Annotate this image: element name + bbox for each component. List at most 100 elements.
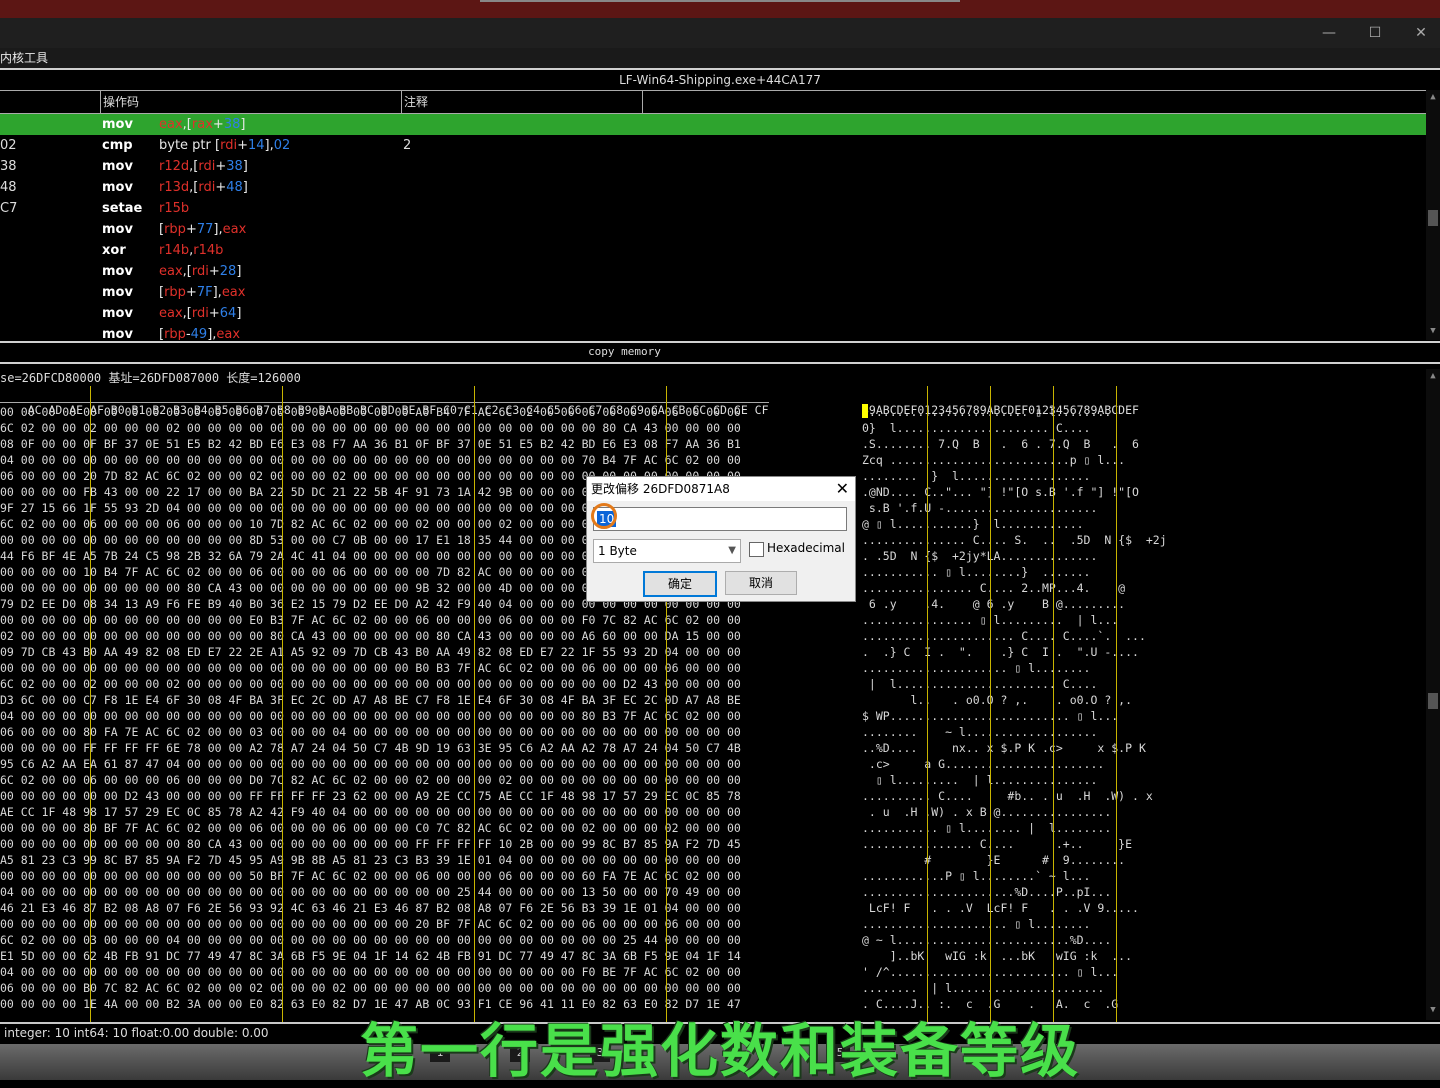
disasm-row[interactable]: xor r14b,r14b [0,240,1426,261]
dialog-close-icon[interactable]: ✕ [836,477,849,501]
hex-row[interactable]: 00 00 00 00 00 00 D2 43 00 00 00 00 FF F… [0,788,741,804]
operand-token: + [237,138,248,153]
hex-row[interactable]: 6C 02 00 00 02 00 00 00 02 00 00 00 00 0… [0,420,741,436]
hex-row[interactable]: 04 00 00 00 00 00 00 00 00 00 00 00 00 0… [0,964,741,980]
scroll-up-icon[interactable]: ▲ [1426,92,1440,102]
ascii-row[interactable]: | l....................... C.... [862,676,1097,692]
hex-row[interactable]: 06 00 00 00 80 FA 7E AC 6C 02 00 00 03 0… [0,724,741,740]
hex-row[interactable]: 06 00 00 00 B0 7C 82 AC 6C 02 00 00 02 0… [0,980,741,996]
operand-token: ] [236,306,242,321]
ascii-row[interactable]: .......... C.... #b.. . u .H .W) . x [862,788,1153,804]
scrollbar-thumb[interactable] [1428,693,1438,709]
ascii-row[interactable]: ....................... ▯ l........ [862,404,1111,420]
ascii-row[interactable]: ............P ▯ l........` ~ l... [862,868,1090,884]
ascii-row[interactable]: . u .H .W) . x B @................ [862,804,1111,820]
disasm-row[interactable]: 38 mov r12d,[rdi+38] [0,156,1426,177]
hex-row[interactable]: 00 00 00 00 FF FF FF FF 6E 78 00 00 A2 7… [0,740,741,756]
hex-row[interactable]: 09 7D CB 43 B0 AA 49 82 08 ED E7 22 2E A… [0,644,741,660]
ok-button[interactable]: 确定 [643,571,717,597]
maximize-button[interactable]: ☐ [1352,18,1398,48]
extra-column-header[interactable] [642,91,1425,113]
disasm-row[interactable]: C7 setae r15b [0,198,1426,219]
hex-row[interactable]: D3 6C 00 00 C7 F8 1E E4 6F 30 08 4F BA 3… [0,692,741,708]
disasm-row[interactable]: mov eax,[rdi+64] [0,303,1426,324]
hex-row[interactable]: 00 00 00 00 00 00 00 00 00 00 00 00 00 0… [0,916,741,932]
ascii-row[interactable]: ..................... ▯ l........ [862,660,1090,676]
ascii-row[interactable]: .c> a G....................... [862,756,1104,772]
hex-row[interactable]: 6C 02 00 00 06 00 00 00 06 00 00 00 D0 7… [0,772,741,788]
disasm-scrollbar[interactable]: ▲ ▼ [1426,90,1440,340]
ascii-row[interactable]: ............... C.... S. .. .5D N {$ +2j [862,532,1167,548]
menu-kernel-tools[interactable]: 内核工具 [0,48,48,68]
disasm-row[interactable]: mov eax,[rdi+28] [0,261,1426,282]
hex-row[interactable]: 02 00 00 00 00 00 00 00 00 00 00 00 00 8… [0,628,741,644]
ascii-row[interactable]: l.. . o0.O ? ,. . o0.O ? ,. [862,692,1132,708]
hex-row[interactable]: 95 C6 A2 AA EA 61 87 47 04 00 00 00 00 0… [0,756,741,772]
ascii-row[interactable]: LcF! F . . .V LcF! F . . .V 9..... [862,900,1139,916]
hex-row[interactable]: 00 00 00 00 00 00 00 00 00 00 00 00 50 B… [0,868,741,884]
hex-row[interactable]: 04 00 00 00 00 00 00 00 00 00 00 00 00 0… [0,452,741,468]
ascii-row[interactable]: @ ▯ l...........} l............ [862,516,1084,532]
comment-column-header[interactable]: 注释 [401,91,644,113]
disasm-row[interactable]: 48 mov r13d,[rdi+48] [0,177,1426,198]
close-window-button[interactable]: ✕ [1398,18,1440,48]
ascii-row[interactable]: 6 .y .4. @ 6 .y B @......... [862,596,1125,612]
cancel-button[interactable]: 取消 [725,571,797,595]
ascii-row[interactable]: ........... ▯ l........} ....... [862,564,1090,580]
ascii-row[interactable]: @ ~ l.........................%D.... [862,932,1111,948]
hex-row[interactable]: 46 21 E3 46 87 B2 08 A8 07 F6 2E 56 93 9… [0,900,741,916]
ascii-row[interactable]: .@ND.... C.."... "] !"[O s.B '.f "] !"[O [862,484,1139,500]
ascii-row[interactable]: . .5D N {$ +2jy*LA.............. [862,548,1097,564]
hex-row[interactable]: 00 00 00 00 00 00 00 00 00 00 00 00 E0 B… [0,612,741,628]
operand-token: 49 [190,327,208,340]
scroll-up-icon[interactable]: ▲ [1426,371,1440,381]
hex-row[interactable]: 04 00 00 00 00 00 00 00 00 00 00 00 00 0… [0,884,741,900]
hex-row[interactable]: 00 00 00 00 00 00 00 00 00 80 CA 43 00 0… [0,836,741,852]
copy-memory-label[interactable]: copy memory [0,345,1249,358]
row-operands: r15b [159,198,189,219]
ascii-row[interactable]: ..%D.... nx.. x $.P K .c> x $.P K [862,740,1146,756]
scroll-down-icon[interactable]: ▼ [1426,326,1440,336]
hex-row[interactable]: 00 00 00 00 80 BF 7F AC 6C 02 00 00 06 0… [0,820,741,836]
ascii-row[interactable]: . .} C I . ". .} C I . ".U -.... [862,644,1139,660]
ascii-row[interactable]: ................ C.... .+.. }E [862,836,1132,852]
ascii-row[interactable]: ........... ▯ l........ | l........ [862,820,1111,836]
hex-row[interactable]: AE CC 1F 48 98 17 57 29 EC 0C 85 78 A2 4… [0,804,741,820]
hex-scrollbar[interactable]: ▲ ▼ [1426,369,1440,1020]
disasm-row[interactable]: mov [rbp+77],eax [0,219,1426,240]
hex-row[interactable]: 6C 02 00 00 03 00 00 00 04 00 00 00 00 0… [0,932,741,948]
minimize-button[interactable]: — [1306,18,1352,48]
ascii-row[interactable]: ........ } l................... [862,468,1090,484]
opcode-column-header[interactable]: 操作码 [100,91,403,113]
ascii-row[interactable]: Zcq ..........................p ▯ l... [862,452,1125,468]
disasm-row[interactable]: mov [rbp-49],eax [0,324,1426,340]
hex-row[interactable]: 08 0F 00 00 0F BF 37 0E 51 E5 B2 42 BD E… [0,436,741,452]
operand-token: 77 [196,222,214,237]
ascii-row[interactable]: # }E # 9........ [862,852,1125,868]
disasm-row[interactable]: mov [rbp+7F],eax [0,282,1426,303]
ascii-row[interactable]: ........ | l...................... [862,980,1104,996]
disasm-row[interactable]: mov eax,[rax+38] [0,114,1426,135]
ascii-row[interactable]: ................ C.... 2..MP...4. @ [862,580,1125,596]
ascii-row[interactable]: ]..bK wIG :k ...bK wIG :k ... [862,948,1132,964]
hex-row[interactable]: 04 00 00 00 00 00 00 00 00 00 00 00 00 0… [0,708,741,724]
scrollbar-thumb[interactable] [1428,210,1438,226]
hex-row[interactable]: 00 00 00 00 00 00 00 00 00 00 00 00 00 0… [0,404,741,420]
hex-row[interactable]: E1 5D 00 00 62 4B FB 91 DC 77 49 47 8C 3… [0,948,741,964]
ascii-row[interactable]: ......................%D....P..pI... [862,884,1111,900]
ascii-row[interactable]: .S........ 7.Q B . 6 . 7.Q B . 6 [862,436,1139,452]
operand-token: eax [159,117,183,132]
size-select[interactable]: 1 Byte ▼ [593,539,741,563]
ascii-row[interactable]: ...................... C.... C....`. ... [862,628,1146,644]
hex-row[interactable]: A5 81 23 C3 99 8C B7 85 9A F2 7D 45 95 A… [0,852,741,868]
ascii-row[interactable]: s.B '.f.U -...................... [862,500,1097,516]
value-input[interactable]: 10 [591,503,847,531]
ascii-row[interactable]: ..................... ▯ l........ [862,916,1090,932]
ascii-row[interactable]: ▯ l......... | l............... [862,772,1098,788]
disasm-row[interactable]: 02 cmp byte ptr [rdi+14],02 2 [0,135,1426,156]
hex-row[interactable]: 00 00 00 00 00 00 00 00 00 00 00 00 00 0… [0,660,741,676]
hexadecimal-checkbox[interactable] [749,542,764,557]
hex-row[interactable]: 6C 02 00 00 02 00 00 00 02 00 00 00 00 0… [0,676,741,692]
ascii-row[interactable]: 0} l...................... C.... [862,420,1090,436]
ascii-row[interactable]: ........ ~ l................... [862,724,1097,740]
